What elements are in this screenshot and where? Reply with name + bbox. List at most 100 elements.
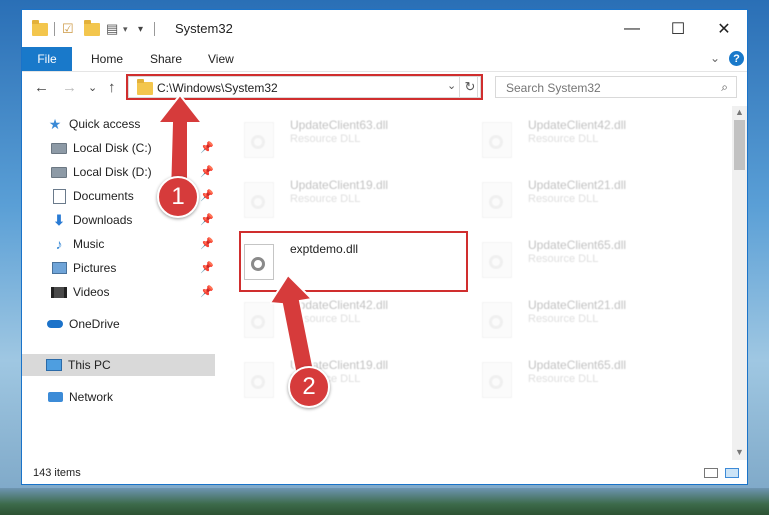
folder-icon [32,19,48,36]
search-box[interactable]: ⌕ [495,76,737,98]
sidebar-item-music[interactable]: ♪ Music [51,233,206,255]
recent-locations-button[interactable]: ⌄ [88,81,97,94]
music-icon: ♪ [55,236,63,252]
file-name: UpdateClient21.dll [528,298,627,312]
desktop-background [0,488,769,515]
address-bar-highlight [126,74,483,100]
sidebar-item-label: Documents [73,189,134,203]
sidebar-item-network[interactable]: Network [47,386,207,408]
star-icon: ★ [48,115,62,132]
file-type: Resource DLL [528,193,599,205]
file-name: UpdateClient19.dll [290,178,389,192]
file-item[interactable]: UpdateClient42.dll Resource DLL [460,112,685,162]
large-icons-view-icon[interactable] [725,468,739,478]
item-count: 143 items [33,467,81,479]
sidebar-item-videos[interactable]: Videos [51,281,206,303]
vertical-scrollbar[interactable]: ▲ ▼ [732,106,747,460]
dll-file-icon [244,182,274,218]
sidebar-item-local-disk-c[interactable]: Local Disk (C:) [51,137,206,159]
network-icon [47,392,63,402]
sidebar-item-label: Quick access [69,117,141,131]
file-type: Resource DLL [290,313,361,325]
file-list: UpdateClient63.dll Resource DLL UpdateCl… [222,106,732,460]
dll-file-icon [244,122,274,158]
dll-file-icon [482,302,512,338]
up-button[interactable]: ↑ [108,79,116,96]
download-icon: ⬇ [53,211,65,228]
properties-icon[interactable]: ☑ [62,20,74,38]
back-button[interactable]: ← [34,79,49,96]
sidebar-item-label: Downloads [73,213,133,227]
scroll-thumb[interactable] [734,120,745,170]
maximize-button[interactable]: ☐ [655,18,701,40]
search-input[interactable] [504,78,708,98]
expand-ribbon-icon[interactable]: ⌄ [710,51,720,65]
forward-button[interactable]: → [62,79,77,96]
toolbar-divider [54,22,55,36]
sidebar-item-onedrive[interactable]: OneDrive [47,313,207,335]
pin-icon[interactable]: 📌 [200,261,214,274]
file-type: Resource DLL [528,373,599,385]
customize-toolbar-icon[interactable]: ▤ [106,20,118,38]
navigation-bar: ← → ⌄ ↑ C:\Windows\System32 ⌄ ↻ ⌕ [22,71,747,104]
file-item[interactable]: UpdateClient42.dll Resource DLL [222,292,447,342]
tab-share[interactable]: Share [150,52,182,66]
step-2-badge: 2 [288,366,330,408]
file-item[interactable]: UpdateClient65.dll Resource DLL [460,352,685,402]
search-icon[interactable]: ⌕ [721,80,728,95]
document-icon [52,188,66,204]
file-item[interactable]: UpdateClient21.dll Resource DLL [460,172,685,222]
sidebar-item-label: This PC [68,358,111,372]
file-highlight [239,231,468,292]
file-name: UpdateClient65.dll [528,238,627,252]
scroll-down-icon[interactable]: ▼ [735,447,744,457]
file-item[interactable]: UpdateClient21.dll Resource DLL [460,292,685,342]
sidebar-item-label: Local Disk (C:) [73,141,152,155]
dll-file-icon [482,182,512,218]
pin-icon[interactable]: 📌 [200,237,214,250]
scroll-up-icon[interactable]: ▲ [735,107,744,117]
videos-icon [51,286,67,298]
sidebar-item-label: Network [69,390,114,404]
window-title: System32 [175,21,233,36]
pin-icon[interactable]: 📌 [200,141,214,154]
tab-home[interactable]: Home [91,52,123,66]
status-bar: 143 items [22,462,747,484]
pin-icon[interactable]: 📌 [200,165,214,178]
tab-file[interactable]: File [22,47,72,71]
customize-dropdown-icon[interactable]: ▾ [138,20,143,38]
details-view-icon[interactable] [704,468,718,478]
new-folder-icon[interactable] [84,19,100,36]
title-bar: ☑ ▤ ▾ ▾ System32 — ☐ ✕ [22,10,747,47]
dll-file-icon [244,362,274,398]
tab-view[interactable]: View [208,52,234,66]
sidebar-item-label: Music [73,237,105,251]
file-item[interactable]: UpdateClient65.dll Resource DLL [460,232,685,282]
file-item[interactable]: UpdateClient19.dll Resource DLL [222,352,447,402]
file-name: UpdateClient42.dll [528,118,627,132]
drive-icon [51,166,67,178]
ribbon-tabs: File Home Share View ⌄ ? [22,47,747,71]
sidebar-item-this-pc[interactable]: This PC [22,354,215,376]
file-type: Resource DLL [528,253,599,265]
file-item[interactable]: UpdateClient63.dll Resource DLL [222,112,447,162]
file-name: UpdateClient42.dll [290,298,389,312]
close-button[interactable]: ✕ [701,18,747,40]
pictures-icon [51,262,67,274]
quick-access-toolbar [32,19,48,38]
sidebar-item-pictures[interactable]: Pictures [51,257,206,279]
onedrive-icon [47,320,63,328]
sidebar-item-label: Videos [73,285,110,299]
help-icon[interactable]: ? [729,51,744,66]
minimize-button[interactable]: — [609,18,655,40]
sidebar-item-quick-access[interactable]: ★ Quick access [47,113,207,135]
chevron-down-icon[interactable]: ▾ [123,20,128,38]
file-explorer-window: ☑ ▤ ▾ ▾ System32 — ☐ ✕ File Home Share V… [21,9,748,485]
file-type: Resource DLL [290,133,361,145]
pin-icon[interactable]: 📌 [200,189,214,202]
step-1-badge: 1 [157,176,199,218]
file-item[interactable]: UpdateClient19.dll Resource DLL [222,172,447,222]
pin-icon[interactable]: 📌 [200,285,214,298]
pin-icon[interactable]: 📌 [200,213,214,226]
sidebar-item-label: Local Disk (D:) [73,165,152,179]
